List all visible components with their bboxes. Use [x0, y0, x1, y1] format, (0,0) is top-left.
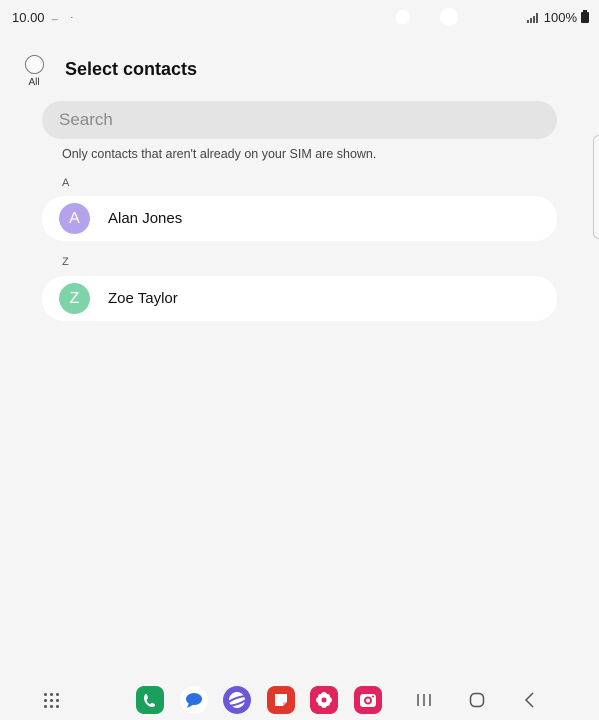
- phone-app-icon[interactable]: [136, 686, 164, 714]
- signal-icon: [526, 12, 538, 23]
- back-icon: [524, 692, 534, 708]
- camera-app-icon[interactable]: [354, 686, 382, 714]
- home-button[interactable]: [463, 686, 491, 714]
- status-indicators: 100%: [526, 10, 589, 25]
- battery-percent: 100%: [543, 10, 577, 25]
- camera-cutout-icon: [440, 8, 458, 26]
- section-header-a: A: [62, 177, 70, 189]
- search-bar[interactable]: [42, 101, 557, 139]
- contact-item[interactable]: Z Zoe Taylor: [42, 276, 557, 321]
- select-all-label: All: [28, 77, 40, 88]
- status-bar: 10.00 _ . 100%: [0, 0, 599, 34]
- notification-indicators: _ .: [52, 10, 79, 21]
- home-icon: [469, 692, 485, 708]
- internet-app-icon[interactable]: [223, 686, 251, 714]
- status-time: 10.00: [12, 10, 45, 25]
- contact-name: Alan Jones: [108, 210, 183, 227]
- edge-panel-handle[interactable]: [593, 135, 599, 239]
- avatar-initial: A: [69, 209, 80, 227]
- avatar: Z: [59, 283, 90, 314]
- apps-grid-button[interactable]: [37, 686, 65, 714]
- camera-cutout-icon: [396, 10, 410, 24]
- messages-app-icon[interactable]: [180, 686, 208, 714]
- info-message: Only contacts that aren't already on you…: [62, 147, 377, 161]
- section-header-z: Z: [62, 256, 69, 268]
- page-title: Select contacts: [65, 59, 198, 79]
- apps-grid-icon: [43, 692, 59, 708]
- checkbox-circle-icon: [24, 55, 44, 74]
- contact-name: Zoe Taylor: [108, 290, 178, 307]
- battery-icon: [581, 10, 589, 23]
- search-input[interactable]: [59, 110, 557, 130]
- recents-button[interactable]: [410, 686, 438, 714]
- avatar: A: [59, 203, 90, 234]
- select-all-checkbox[interactable]: All: [22, 55, 46, 88]
- recents-icon: [417, 694, 431, 706]
- taskbar: [0, 680, 599, 720]
- avatar-initial: Z: [69, 289, 80, 307]
- notes-app-icon[interactable]: [267, 686, 295, 714]
- contact-item[interactable]: A Alan Jones: [42, 196, 557, 241]
- back-button[interactable]: [516, 686, 544, 714]
- gallery-app-icon[interactable]: [310, 686, 338, 714]
